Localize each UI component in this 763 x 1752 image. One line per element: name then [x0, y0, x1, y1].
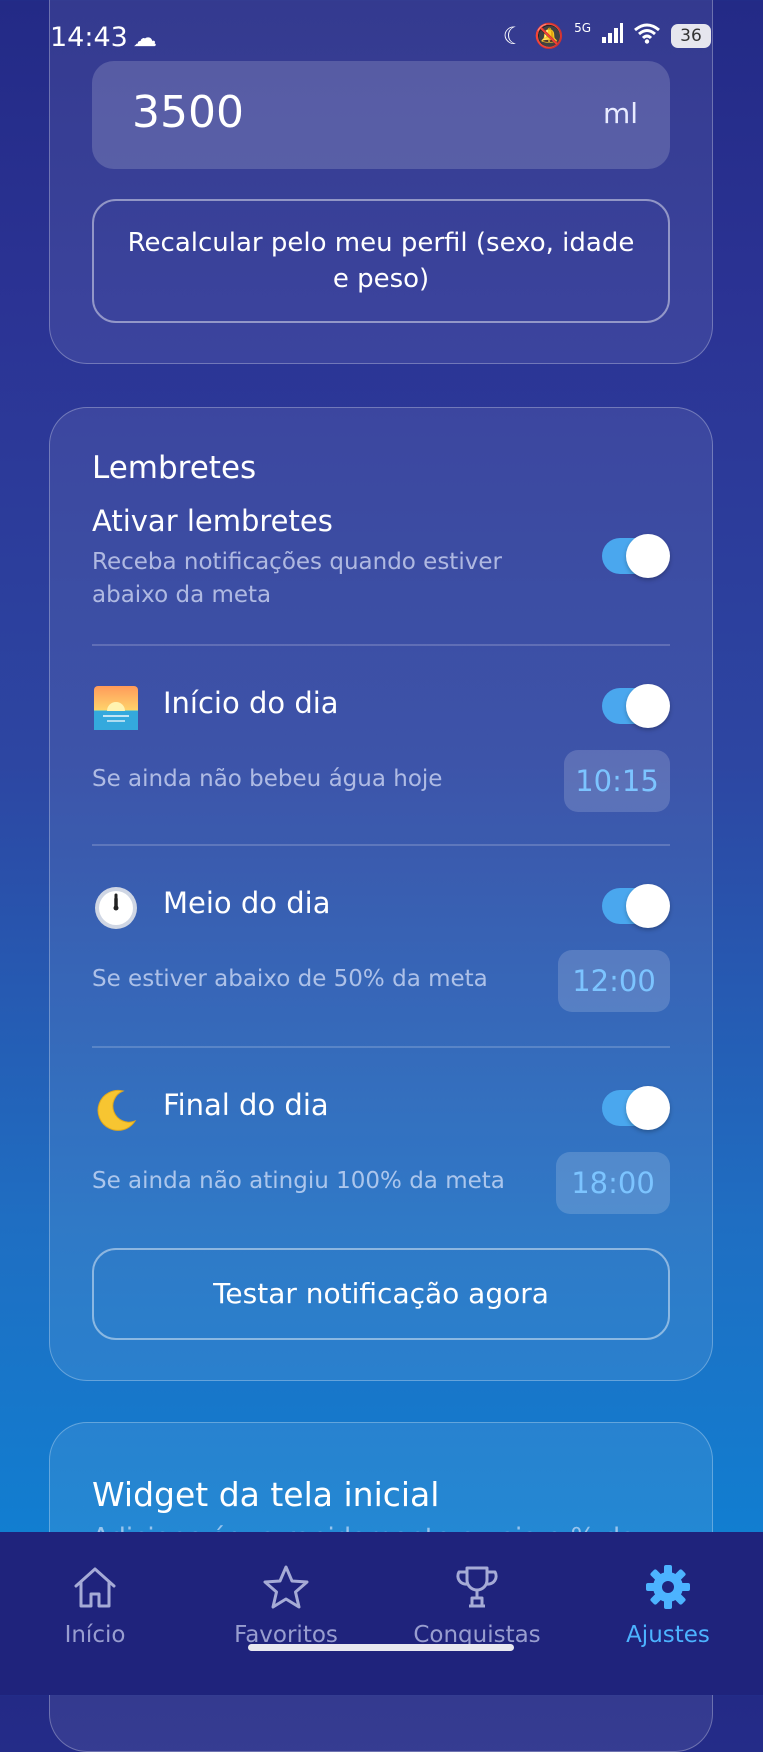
test-notification-button[interactable]: Testar notificação agora [92, 1248, 670, 1340]
reminder-morning-title: Início do dia [163, 686, 339, 720]
toggle-knob [626, 884, 670, 928]
network-type-label: 5G [574, 21, 591, 35]
reminder-morning-time-button[interactable]: 10:15 [564, 750, 670, 812]
goal-amount-input[interactable]: 3500 ml [92, 61, 670, 169]
reminder-morning-desc: Se ainda não bebeu água hoje [92, 766, 443, 792]
toggle-knob [626, 1086, 670, 1130]
wifi-icon [633, 22, 661, 50]
crescent-moon-icon [92, 1086, 140, 1134]
cloud-icon: ☁ [133, 24, 157, 52]
reminder-evening-toggle[interactable] [602, 1086, 670, 1130]
toggle-knob [626, 534, 670, 578]
star-icon [196, 1562, 376, 1612]
home-icon [5, 1562, 185, 1612]
reminders-card: Lembretes Ativar lembretes Receba notifi… [49, 407, 713, 1381]
goal-amount-value: 3500 [132, 87, 244, 138]
status-icons: ☾ 🔕 5G 36 [502, 21, 711, 50]
trophy-icon [387, 1562, 567, 1612]
reminder-morning-toggle[interactable] [602, 684, 670, 728]
status-bar: 14:43 ☁ ☾ 🔕 5G 36 [0, 18, 763, 62]
reminder-midday-desc: Se estiver abaixo de 50% da meta [92, 966, 488, 992]
home-indicator[interactable] [248, 1644, 514, 1651]
enable-reminders-title: Ativar lembretes [92, 504, 333, 538]
nav-label-settings: Ajustes [626, 1622, 710, 1648]
goal-unit-label: ml [602, 97, 638, 130]
divider [92, 844, 670, 846]
nav-item-settings[interactable]: Ajustes [578, 1562, 758, 1648]
nav-label-home: Início [64, 1622, 126, 1648]
battery-icon: 36 [671, 24, 711, 48]
reminder-evening-desc: Se ainda não atingiu 100% da meta [92, 1168, 505, 1194]
silent-bell-icon: 🔕 [534, 22, 565, 50]
toggle-knob [626, 684, 670, 728]
reminder-midday-title: Meio do dia [163, 886, 331, 920]
status-time: 14:43 [50, 22, 128, 53]
reminder-midday-toggle[interactable] [602, 884, 670, 928]
bottom-navigation: Início Favoritos Conquistas Ajustes [0, 1532, 763, 1695]
reminder-evening-title: Final do dia [163, 1088, 329, 1122]
clock-icon [92, 884, 140, 932]
nav-item-achievements[interactable]: Conquistas [387, 1562, 567, 1648]
gear-icon [578, 1562, 758, 1612]
reminders-section-title: Lembretes [92, 450, 257, 486]
enable-reminders-desc: Receba notificações quando estiver abaix… [92, 549, 502, 608]
reminder-midday-time-button[interactable]: 12:00 [558, 950, 670, 1012]
nav-item-favorites[interactable]: Favoritos [196, 1562, 376, 1648]
reminder-evening-time-button[interactable]: 18:00 [556, 1152, 670, 1214]
moon-icon: ☾ [502, 22, 525, 50]
recalculate-button[interactable]: Recalcular pelo meu perfil (sexo, idade … [92, 199, 670, 323]
enable-reminders-toggle[interactable] [602, 534, 670, 578]
divider [92, 644, 670, 646]
signal-icon [601, 22, 623, 50]
divider [92, 1046, 670, 1048]
widget-section-title: Widget da tela inicial [92, 1475, 440, 1514]
nav-item-home[interactable]: Início [5, 1562, 185, 1648]
sunrise-icon [92, 684, 140, 732]
